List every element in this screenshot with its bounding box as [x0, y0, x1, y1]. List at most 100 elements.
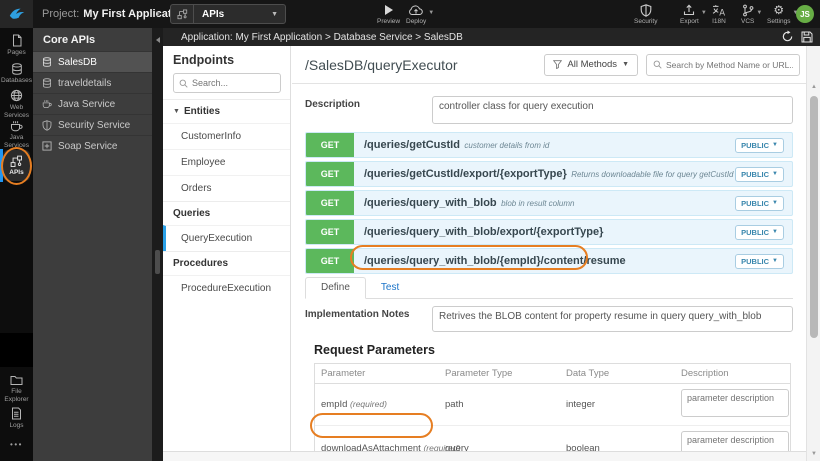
param-type: path [445, 399, 464, 410]
endpoint-row-getcustid[interactable]: GET /queries/getCustId customer details … [305, 132, 793, 158]
sidebar-item-apis[interactable]: APIs [3, 150, 30, 181]
endpoint-row-getcustid-export[interactable]: GET /queries/getCustId/export/{exportTyp… [305, 161, 793, 187]
shield-icon [640, 3, 652, 17]
http-method-badge: GET [306, 162, 354, 186]
implementation-notes-textarea[interactable]: Retrives the BLOB content for property r… [432, 306, 793, 332]
endpoint-row-blob-content-resume[interactable]: GET /queries/query_with_blob/{empId}/con… [305, 248, 793, 274]
chevron-down-icon: ▼ [772, 229, 778, 235]
folder-icon [10, 375, 23, 386]
settings-button[interactable]: ⚙ Settings ▼ [767, 3, 799, 25]
endpoint-path: /queries/getCustId [364, 139, 460, 151]
access-dropdown[interactable]: PUBLIC ▼ [735, 166, 784, 182]
chevron-down-icon: ▼ [700, 10, 707, 16]
core-api-item-salesdb[interactable]: SalesDB [33, 51, 152, 72]
column-header: Description [681, 368, 729, 379]
core-api-item-traveldetails[interactable]: traveldetails [33, 72, 152, 93]
security-button[interactable]: Security [634, 3, 657, 25]
request-parameters-table: Parameter Parameter Type Data Type Descr… [314, 363, 791, 461]
sidebar-item-web-services[interactable]: Web Services [0, 89, 33, 120]
bottom-strip [163, 451, 806, 461]
scroll-up-arrow[interactable]: ▲ [807, 84, 820, 90]
chevron-down-icon: ▼ [428, 10, 435, 16]
preview-button[interactable]: Preview [377, 3, 400, 25]
endpoints-search-input[interactable] [192, 78, 275, 88]
access-dropdown[interactable]: PUBLIC ▼ [735, 195, 784, 211]
database-icon [11, 63, 23, 75]
more-options-button[interactable]: ••• [0, 440, 33, 449]
panel-scrollbar-thumb[interactable] [155, 250, 160, 274]
table-row-empid: empId (required) path integer [315, 384, 790, 426]
param-description-textarea[interactable] [681, 389, 789, 417]
access-dropdown[interactable]: PUBLIC ▼ [735, 224, 784, 240]
search-icon [179, 79, 188, 88]
section-entities[interactable]: ▼ Entities [163, 99, 290, 123]
wavemaker-logo-icon [8, 5, 26, 23]
endpoint-description: customer details from id [464, 141, 550, 150]
core-api-item-security-service[interactable]: Security Service [33, 114, 152, 135]
endpoint-path: /queries/getCustId/export/{exportType} [364, 168, 567, 180]
refresh-button[interactable] [781, 30, 794, 43]
sidebar-item-pages[interactable]: Pages [0, 34, 33, 57]
export-button[interactable]: Export ▼ [680, 3, 707, 25]
save-button[interactable] [801, 31, 813, 43]
sidebar-item-java-services[interactable]: Java Services [0, 120, 33, 150]
endpoint-item-customerinfo[interactable]: CustomerInfo [163, 123, 290, 149]
core-api-item-java-service[interactable]: Java Service [33, 93, 152, 114]
chevron-down-icon: ▼ [271, 10, 278, 18]
wavemaker-logo[interactable] [0, 0, 33, 28]
tab-test[interactable]: Test [366, 278, 414, 298]
scrollbar-thumb[interactable] [810, 96, 818, 338]
method-search-input[interactable] [666, 59, 793, 70]
log-file-icon [11, 407, 22, 420]
core-api-item-soap-service[interactable]: Soap Service [33, 135, 152, 156]
endpoints-search[interactable] [173, 73, 281, 93]
endpoint-item-queryexecution[interactable]: QueryExecution [163, 225, 290, 251]
param-name: empId [321, 399, 348, 410]
module-switcher-dropdown[interactable]: APIs ▼ [170, 4, 286, 24]
endpoint-item-procedureexecution[interactable]: ProcedureExecution [163, 275, 290, 301]
cloud-upload-icon [408, 3, 424, 17]
methods-filter-dropdown[interactable]: All Methods ▼ [544, 53, 638, 76]
method-search[interactable] [646, 53, 800, 76]
tab-define[interactable]: Define [305, 277, 366, 299]
endpoint-row-query-with-blob[interactable]: GET /queries/query_with_blob blob in res… [305, 190, 793, 216]
chevron-down-icon: ▼ [772, 258, 778, 264]
section-procedures[interactable]: Procedures [163, 251, 290, 275]
endpoint-item-orders[interactable]: Orders [163, 175, 290, 201]
core-apis-title: Core APIs [43, 33, 96, 46]
endpoint-row-query-with-blob-export[interactable]: GET /queries/query_with_blob/export/{exp… [305, 219, 793, 245]
param-required-flag: (required) [350, 399, 387, 409]
collapse-panel-arrow[interactable] [155, 37, 160, 43]
vcs-button[interactable]: VCS ▼ [741, 3, 762, 25]
section-queries[interactable]: Queries [163, 201, 290, 225]
application-breadcrumb: Application: My First Application > Data… [181, 31, 463, 43]
chevron-down-icon: ▼ [173, 108, 180, 115]
sidebar-item-databases[interactable]: Databases [0, 63, 33, 85]
chevron-down-icon: ▼ [622, 61, 629, 68]
svg-text:A: A [719, 8, 725, 17]
left-icon-rail: Pages Databases Web Services Java Servic… [0, 28, 33, 461]
endpoint-path: /queries/query_with_blob/export/{exportT… [364, 226, 604, 238]
chevron-down-icon: ▼ [756, 10, 763, 16]
request-parameters-title: Request Parameters [314, 343, 435, 357]
i18n-button[interactable]: A I18N [712, 3, 726, 25]
description-textarea[interactable]: controller class for query execution [432, 96, 793, 124]
scroll-down-arrow[interactable]: ▼ [807, 451, 820, 457]
description-row: Description controller class for query e… [305, 96, 793, 124]
table-header-row: Parameter Parameter Type Data Type Descr… [315, 364, 790, 384]
database-icon [42, 57, 52, 67]
sidebar-item-logs[interactable]: Logs [0, 407, 33, 430]
endpoint-item-employee[interactable]: Employee [163, 149, 290, 175]
application-breadcrumb-bar: Application: My First Application > Data… [163, 28, 820, 46]
main-header: /SalesDB/queryExecutor All Methods ▼ [292, 46, 806, 84]
filter-funnel-icon [553, 60, 563, 69]
studio-window: Project: My First Application › APIs ▼ P… [0, 0, 820, 461]
user-avatar[interactable]: JS [796, 5, 814, 23]
access-dropdown[interactable]: PUBLIC ▼ [735, 253, 784, 269]
sidebar-item-file-explorer[interactable]: File Explorer [0, 375, 33, 404]
deploy-button[interactable]: Deploy ▼ [406, 3, 434, 25]
endpoints-panel: Endpoints ▼ Entities CustomerInfo Employ… [163, 46, 291, 461]
query-executor-main: /SalesDB/queryExecutor All Methods ▼ Des… [292, 46, 806, 461]
access-dropdown[interactable]: PUBLIC ▼ [735, 137, 784, 153]
globe-icon [10, 89, 23, 102]
